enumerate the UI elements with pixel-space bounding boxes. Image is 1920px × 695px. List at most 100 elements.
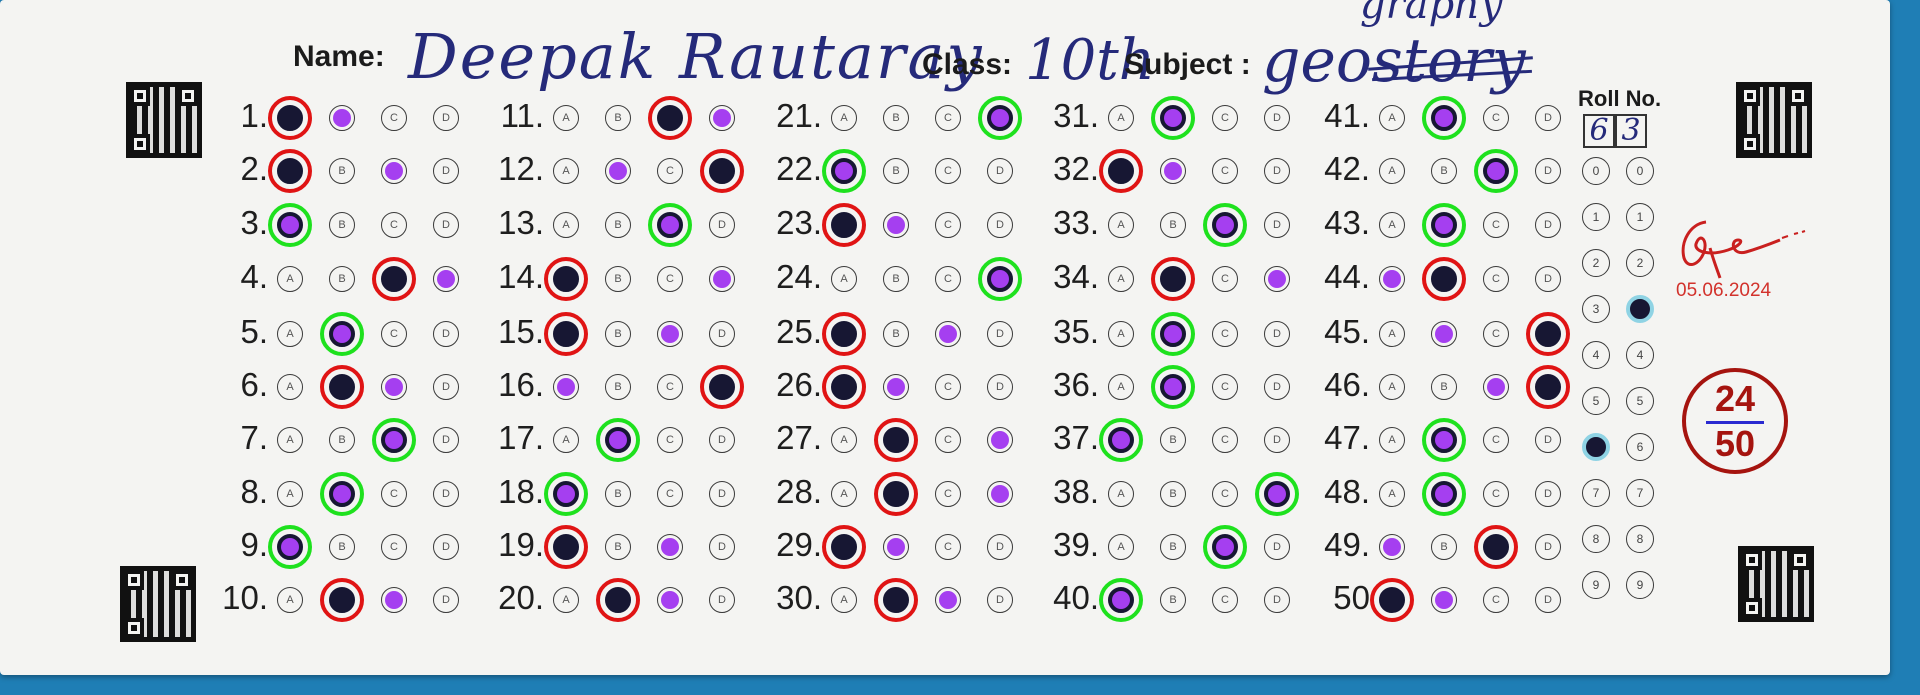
answer-bubble-c[interactable]: C [657, 374, 683, 400]
answer-bubble-a[interactable]: A [1379, 427, 1405, 453]
answer-bubble-a[interactable]: A [1108, 212, 1134, 238]
answer-bubble-d[interactable]: D [1264, 534, 1290, 560]
answer-bubble-a[interactable]: A [831, 534, 857, 560]
answer-bubble-c[interactable]: C [657, 266, 683, 292]
answer-bubble-b[interactable]: B [329, 266, 355, 292]
answer-bubble-c[interactable]: C [381, 587, 407, 613]
answer-bubble-d[interactable]: D [1264, 212, 1290, 238]
answer-bubble-c[interactable]: C [657, 321, 683, 347]
answer-bubble-c[interactable]: C [1212, 321, 1238, 347]
roll-bubble-1[interactable]: 1 [1582, 203, 1610, 231]
answer-bubble-d[interactable]: D [987, 212, 1013, 238]
answer-bubble-c[interactable]: C [1212, 481, 1238, 507]
answer-bubble-d[interactable]: D [1264, 587, 1290, 613]
answer-bubble-a[interactable]: A [553, 266, 579, 292]
answer-bubble-d[interactable]: D [1264, 105, 1290, 131]
answer-bubble-a[interactable]: A [1108, 587, 1134, 613]
answer-bubble-d[interactable]: D [987, 105, 1013, 131]
answer-bubble-a[interactable]: A [1379, 587, 1405, 613]
roll-bubble-8[interactable]: 8 [1626, 525, 1654, 553]
answer-bubble-a[interactable]: A [831, 587, 857, 613]
roll-bubble-8[interactable]: 8 [1582, 525, 1610, 553]
answer-bubble-c[interactable]: C [381, 534, 407, 560]
answer-bubble-b[interactable]: B [883, 321, 909, 347]
answer-bubble-c[interactable]: C [1212, 158, 1238, 184]
answer-bubble-d[interactable]: D [1535, 427, 1561, 453]
answer-bubble-d[interactable]: D [709, 158, 735, 184]
answer-bubble-a[interactable]: A [1379, 374, 1405, 400]
roll-bubble-3[interactable]: 3 [1626, 295, 1654, 323]
answer-bubble-c[interactable]: C [1483, 587, 1509, 613]
answer-bubble-b[interactable]: B [1431, 158, 1457, 184]
answer-bubble-c[interactable]: C [1212, 105, 1238, 131]
roll-bubble-5[interactable]: 5 [1626, 387, 1654, 415]
answer-bubble-a[interactable]: A [277, 321, 303, 347]
answer-bubble-b[interactable]: B [329, 105, 355, 131]
answer-bubble-c[interactable]: C [1483, 427, 1509, 453]
answer-bubble-a[interactable]: A [553, 105, 579, 131]
answer-bubble-a[interactable]: A [1379, 321, 1405, 347]
answer-bubble-d[interactable]: D [1264, 427, 1290, 453]
answer-bubble-d[interactable]: D [1535, 266, 1561, 292]
answer-bubble-d[interactable]: D [987, 158, 1013, 184]
answer-bubble-a[interactable]: A [553, 534, 579, 560]
answer-bubble-b[interactable]: B [1160, 481, 1186, 507]
answer-bubble-c[interactable]: C [1483, 321, 1509, 347]
answer-bubble-b[interactable]: B [1160, 587, 1186, 613]
answer-bubble-d[interactable]: D [709, 587, 735, 613]
answer-bubble-d[interactable]: D [1535, 481, 1561, 507]
roll-bubble-9[interactable]: 9 [1626, 571, 1654, 599]
answer-bubble-b[interactable]: B [329, 374, 355, 400]
answer-bubble-b[interactable]: B [329, 321, 355, 347]
answer-bubble-a[interactable]: A [1379, 105, 1405, 131]
roll-bubble-6[interactable]: 6 [1626, 433, 1654, 461]
answer-bubble-d[interactable]: D [1535, 374, 1561, 400]
answer-bubble-d[interactable]: D [1264, 374, 1290, 400]
answer-bubble-c[interactable]: C [1483, 534, 1509, 560]
answer-bubble-d[interactable]: D [1535, 587, 1561, 613]
answer-bubble-c[interactable]: C [1212, 427, 1238, 453]
answer-bubble-b[interactable]: B [329, 158, 355, 184]
answer-bubble-b[interactable]: B [1431, 427, 1457, 453]
answer-bubble-a[interactable]: A [553, 587, 579, 613]
answer-bubble-b[interactable]: B [1431, 481, 1457, 507]
answer-bubble-a[interactable]: A [831, 266, 857, 292]
answer-bubble-b[interactable]: B [605, 212, 631, 238]
answer-bubble-a[interactable]: A [1379, 158, 1405, 184]
answer-bubble-b[interactable]: B [1160, 105, 1186, 131]
answer-bubble-c[interactable]: C [1483, 266, 1509, 292]
answer-bubble-b[interactable]: B [1160, 212, 1186, 238]
answer-bubble-b[interactable]: B [329, 212, 355, 238]
answer-bubble-a[interactable]: A [553, 427, 579, 453]
answer-bubble-c[interactable]: C [657, 481, 683, 507]
answer-bubble-c[interactable]: C [381, 321, 407, 347]
roll-bubble-9[interactable]: 9 [1582, 571, 1610, 599]
answer-bubble-d[interactable]: D [709, 105, 735, 131]
answer-bubble-b[interactable]: B [605, 158, 631, 184]
answer-bubble-b[interactable]: B [605, 321, 631, 347]
answer-bubble-a[interactable]: A [277, 374, 303, 400]
answer-bubble-b[interactable]: B [329, 587, 355, 613]
answer-bubble-c[interactable]: C [1212, 534, 1238, 560]
answer-bubble-b[interactable]: B [605, 534, 631, 560]
answer-bubble-c[interactable]: C [381, 427, 407, 453]
answer-bubble-c[interactable]: C [935, 321, 961, 347]
answer-bubble-d[interactable]: D [1264, 266, 1290, 292]
answer-bubble-b[interactable]: B [605, 105, 631, 131]
answer-bubble-b[interactable]: B [883, 105, 909, 131]
answer-bubble-a[interactable]: A [277, 534, 303, 560]
answer-bubble-d[interactable]: D [1264, 158, 1290, 184]
answer-bubble-b[interactable]: B [1160, 321, 1186, 347]
answer-bubble-b[interactable]: B [1431, 105, 1457, 131]
answer-bubble-d[interactable]: D [987, 374, 1013, 400]
answer-bubble-c[interactable]: C [381, 105, 407, 131]
answer-bubble-d[interactable]: D [987, 266, 1013, 292]
answer-bubble-b[interactable]: B [1160, 266, 1186, 292]
answer-bubble-c[interactable]: C [657, 212, 683, 238]
answer-bubble-b[interactable]: B [605, 374, 631, 400]
answer-bubble-a[interactable]: A [1108, 374, 1134, 400]
answer-bubble-d[interactable]: D [709, 534, 735, 560]
answer-bubble-b[interactable]: B [883, 534, 909, 560]
answer-bubble-d[interactable]: D [987, 534, 1013, 560]
answer-bubble-c[interactable]: C [1483, 158, 1509, 184]
